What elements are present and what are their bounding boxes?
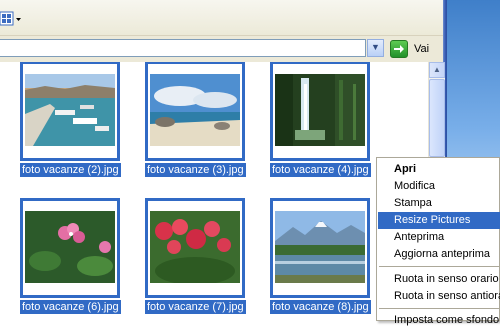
red-flowers-photo (150, 211, 240, 283)
waterfall-photo (275, 74, 365, 146)
menu-item-open[interactable]: Apri (378, 161, 500, 178)
scroll-up-button[interactable]: ▲ (429, 62, 445, 78)
address-dropdown-button[interactable]: ▼ (367, 39, 384, 57)
scrollbar-thumb[interactable] (429, 79, 445, 157)
file-thumbnail[interactable] (145, 62, 245, 161)
file-name[interactable]: foto vacanze (2).jpg (20, 163, 121, 177)
menu-item-preview[interactable]: Anteprima (378, 229, 500, 246)
go-arrow-icon (390, 40, 408, 58)
address-bar: ▼ Vai (0, 36, 446, 63)
file-name[interactable]: foto vacanze (6).jpg (20, 300, 121, 314)
menu-item-rotate-counterclockwise[interactable]: Ruota in senso antiorario (378, 288, 500, 305)
menu-item-edit[interactable]: Modifica (378, 178, 500, 195)
file-thumbnail[interactable] (20, 198, 120, 298)
context-menu: Apri Modifica Stampa Resize Pictures Ant… (376, 157, 500, 326)
menu-item-refresh-preview[interactable]: Aggiorna anteprima (378, 246, 500, 263)
mountain-river-photo (275, 211, 365, 283)
menu-separator (379, 308, 499, 309)
file-thumbnail[interactable] (20, 62, 120, 161)
file-name[interactable]: foto vacanze (8).jpg (270, 300, 371, 314)
toolbar (0, 0, 446, 36)
file-name[interactable]: foto vacanze (4).jpg (270, 163, 371, 177)
menu-item-rotate-clockwise[interactable]: Ruota in senso orario (378, 271, 500, 288)
menu-item-print[interactable]: Stampa (378, 195, 500, 212)
pink-flowers-photo (25, 211, 115, 283)
go-label: Vai (414, 43, 430, 55)
file-name[interactable]: foto vacanze (3).jpg (145, 163, 246, 177)
thumbnail-views-icon (0, 11, 21, 26)
beach-photo (150, 74, 240, 146)
address-input[interactable] (0, 39, 366, 57)
file-list-view[interactable]: foto vacanze (2).jpg foto vacanze (3).jp… (0, 62, 428, 321)
menu-separator (379, 266, 499, 267)
chevron-down-icon: ▼ (371, 42, 380, 52)
chevron-down-icon (16, 18, 21, 21)
file-thumbnail[interactable] (145, 198, 245, 298)
chevron-up-icon: ▲ (433, 65, 441, 74)
file-name[interactable]: foto vacanze (7).jpg (145, 300, 246, 314)
harbor-photo (25, 74, 115, 146)
go-button[interactable]: Vai (390, 39, 429, 59)
menu-item-resize-pictures[interactable]: Resize Pictures (378, 212, 500, 229)
file-thumbnail[interactable] (270, 62, 370, 161)
views-button[interactable] (0, 9, 21, 29)
file-thumbnail[interactable] (270, 198, 370, 298)
